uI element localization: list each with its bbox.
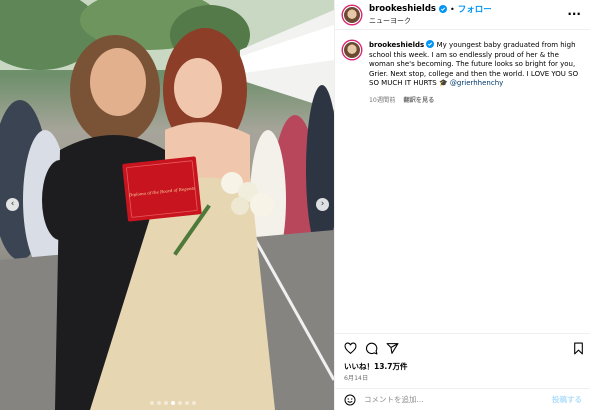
carousel-dots <box>150 401 196 405</box>
diploma: Diploma of the Board of Regents <box>122 156 202 222</box>
time-ago[interactable]: 10週間前 <box>369 95 395 104</box>
post-header: brookeshields • フォロー ニューヨーク ··· <box>335 0 590 30</box>
caption-avatar[interactable] <box>343 41 361 59</box>
post-comment-button[interactable]: 投稿する <box>552 394 582 405</box>
carousel-dot[interactable] <box>164 401 168 405</box>
avatar[interactable] <box>343 5 361 24</box>
carousel-dot[interactable] <box>185 401 189 405</box>
mention-link[interactable]: @grierhhenchy <box>450 79 503 87</box>
chevron-left-icon[interactable]: ‹ <box>6 198 19 211</box>
bookmark-icon[interactable] <box>572 342 585 355</box>
post-date[interactable]: 6月14日 <box>344 373 368 382</box>
comment-input[interactable] <box>364 395 534 404</box>
verified-badge-icon <box>426 40 435 48</box>
caption: brookeshields My youngest baby graduated… <box>335 30 590 104</box>
chevron-right-icon[interactable]: › <box>316 198 329 211</box>
header-separator: • <box>450 4 455 14</box>
follow-button[interactable]: フォロー <box>458 3 492 15</box>
caption-text: brookeshields My youngest baby graduated… <box>369 40 581 89</box>
translate-link[interactable]: 翻訳を見る <box>403 95 434 104</box>
comment-bar: 投稿する <box>335 388 590 410</box>
heart-icon[interactable] <box>344 342 357 355</box>
more-options-icon[interactable]: ··· <box>567 7 581 21</box>
carousel-dot[interactable] <box>192 401 196 405</box>
post-photo: Diploma of the Board of Regents ‹ › <box>0 0 334 410</box>
header-username[interactable]: brookeshields <box>369 4 436 14</box>
carousel-dot[interactable] <box>178 401 182 405</box>
post-side-panel: brookeshields • フォロー ニューヨーク ··· brookesh… <box>334 0 590 410</box>
share-icon[interactable] <box>386 342 399 355</box>
carousel-dot[interactable] <box>150 401 154 405</box>
caption-username[interactable]: brookeshields <box>369 41 424 49</box>
action-bar <box>335 333 590 361</box>
verified-badge-icon <box>439 5 447 13</box>
carousel-dot[interactable] <box>171 401 175 405</box>
like-count[interactable]: いいね！13.7万件 <box>344 361 408 372</box>
location-link[interactable]: ニューヨーク <box>369 16 492 26</box>
comment-icon[interactable] <box>365 342 378 355</box>
emoji-icon[interactable] <box>344 394 356 406</box>
photo-scene: Diploma of the Board of Regents <box>0 0 334 410</box>
carousel-dot[interactable] <box>157 401 161 405</box>
